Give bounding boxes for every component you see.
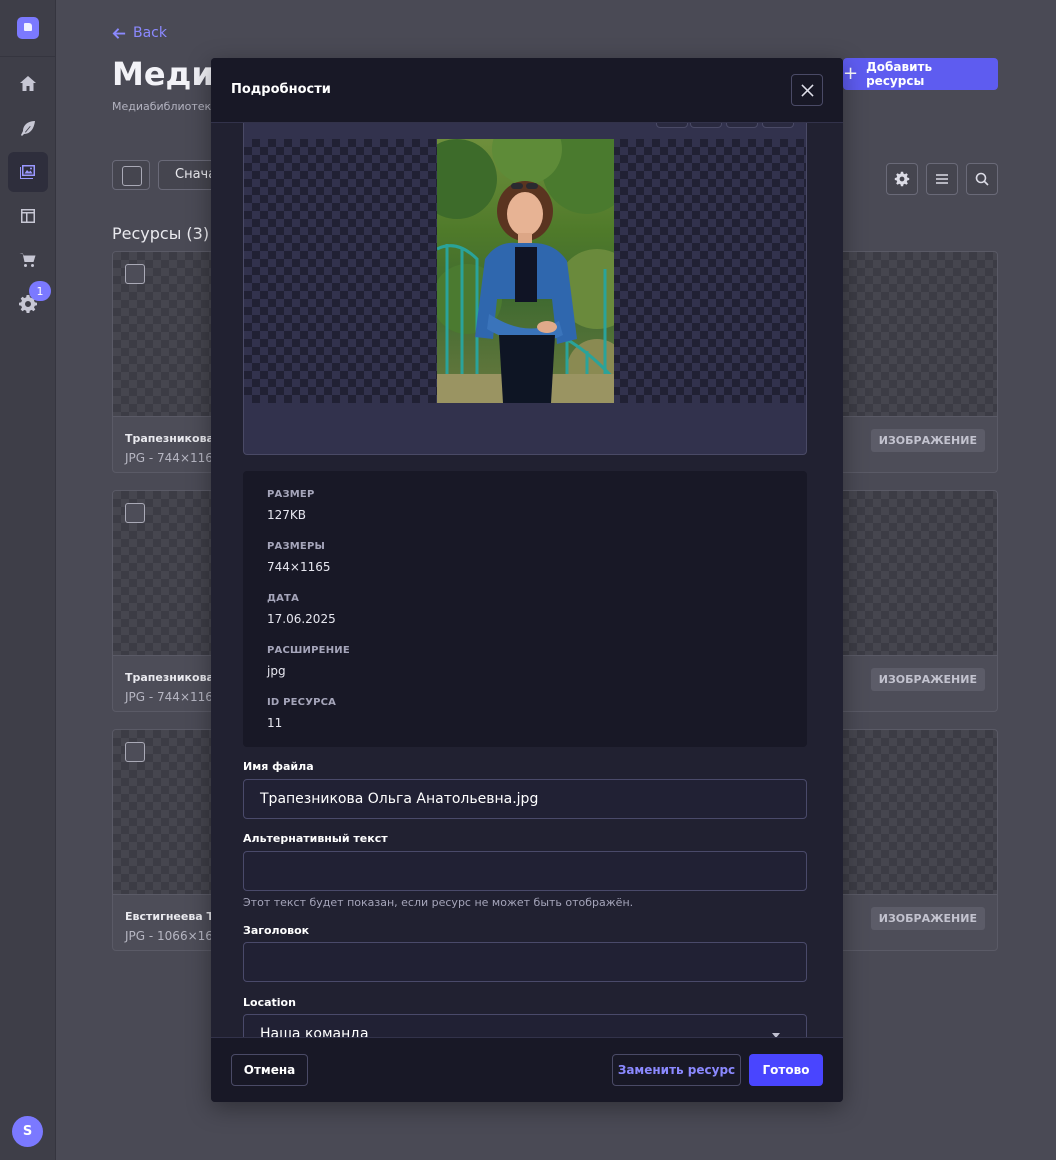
asset-name: Евстигнеева Та bbox=[125, 910, 222, 923]
alt-text-hint: Этот текст будет показан, если ресурс не… bbox=[243, 896, 634, 909]
asset-meta: JPG - 744×1165 bbox=[125, 690, 221, 704]
modal-body[interactable]: РАЗМЕР 127KB РАЗМЕРЫ 744×1165 ДАТА 17.06… bbox=[211, 123, 843, 1037]
dimensions-label: РАЗМЕРЫ bbox=[267, 541, 326, 552]
preview-tool-button[interactable] bbox=[762, 123, 794, 128]
main-sidebar: 1 S bbox=[0, 0, 56, 1160]
add-assets-button[interactable]: + Добавить ресурсы bbox=[843, 58, 998, 90]
back-link-label: Back bbox=[133, 25, 167, 41]
sidebar-item-content[interactable] bbox=[8, 108, 48, 148]
asset-preview bbox=[243, 123, 807, 455]
size-value: 127KB bbox=[267, 508, 307, 522]
search-icon bbox=[975, 172, 989, 186]
sidebar-item-content-types[interactable] bbox=[8, 196, 48, 236]
preview-tool-button[interactable] bbox=[690, 123, 722, 128]
alt-text-label: Альтернативный текст bbox=[243, 832, 388, 845]
plus-icon: + bbox=[843, 63, 859, 84]
preview-toolbar bbox=[244, 123, 806, 138]
layout-icon bbox=[21, 209, 35, 223]
cart-icon bbox=[19, 253, 36, 267]
asset-meta: JPG - 1066×160 bbox=[125, 929, 221, 943]
media-library-icon bbox=[20, 165, 35, 179]
replace-asset-button[interactable]: Заменить ресурс bbox=[612, 1054, 741, 1086]
dimensions-value: 744×1165 bbox=[267, 560, 331, 574]
filename-label: Имя файла bbox=[243, 760, 314, 773]
cancel-button[interactable]: Отмена bbox=[231, 1054, 308, 1086]
sidebar-divider bbox=[0, 56, 56, 57]
asset-type-badge: ИЗОБРАЖЕНИЕ bbox=[870, 429, 985, 452]
list-icon bbox=[936, 174, 948, 184]
sidebar-item-home[interactable] bbox=[8, 64, 48, 104]
gear-icon bbox=[894, 171, 910, 187]
sidebar-item-media-library[interactable] bbox=[8, 152, 48, 192]
asset-checkbox[interactable] bbox=[125, 503, 145, 523]
page-subtitle: Медиабиблиотека bbox=[112, 100, 218, 113]
select-all-checkbox[interactable] bbox=[112, 160, 150, 190]
size-label: РАЗМЕР bbox=[267, 489, 315, 500]
modal-footer: Отмена Заменить ресурс Готово bbox=[211, 1037, 843, 1102]
done-button[interactable]: Готово bbox=[749, 1054, 823, 1086]
search-button[interactable] bbox=[966, 163, 998, 195]
arrow-left-icon bbox=[112, 27, 126, 39]
home-icon bbox=[20, 76, 36, 91]
asset-id-label: ID РЕСУРСА bbox=[267, 697, 337, 708]
asset-type-badge: ИЗОБРАЖЕНИЕ bbox=[870, 907, 985, 930]
caption-label: Заголовок bbox=[243, 924, 310, 937]
date-label: ДАТА bbox=[267, 593, 300, 604]
location-label: Location bbox=[243, 996, 296, 1009]
alt-text-input[interactable] bbox=[243, 851, 807, 891]
close-button[interactable] bbox=[791, 74, 823, 106]
asset-checkbox[interactable] bbox=[125, 264, 145, 284]
close-icon bbox=[800, 83, 814, 97]
preview-tool-button[interactable] bbox=[726, 123, 758, 128]
preview-tool-button[interactable] bbox=[656, 123, 688, 128]
asset-type-badge: ИЗОБРАЖЕНИЕ bbox=[870, 668, 985, 691]
location-selected-value: Наша команда bbox=[260, 1026, 369, 1037]
add-assets-label: Добавить ресурсы bbox=[866, 60, 933, 88]
filename-input[interactable]: Трапезникова Ольга Анатольевна.jpg bbox=[243, 779, 807, 819]
asset-info-panel: РАЗМЕР 127KB РАЗМЕРЫ 744×1165 ДАТА 17.06… bbox=[243, 471, 807, 747]
caption-input[interactable] bbox=[243, 942, 807, 982]
assets-section-title: Ресурсы (3) bbox=[112, 224, 210, 243]
modal-title: Подробности bbox=[231, 82, 331, 97]
feather-icon bbox=[21, 121, 35, 136]
extension-value: jpg bbox=[267, 664, 286, 678]
preview-background bbox=[244, 139, 806, 403]
asset-details-modal: Подробности РАЗМЕР 127KB РАЗМЕРЫ 744×116… bbox=[211, 58, 843, 1102]
back-link[interactable]: Back bbox=[112, 25, 167, 41]
sidebar-item-marketplace[interactable] bbox=[8, 240, 48, 280]
asset-checkbox[interactable] bbox=[125, 742, 145, 762]
app-logo[interactable] bbox=[17, 17, 39, 39]
notification-badge: 1 bbox=[29, 281, 51, 301]
extension-label: РАСШИРЕНИЕ bbox=[267, 645, 350, 656]
asset-photo bbox=[437, 139, 614, 403]
location-select[interactable]: Наша команда bbox=[243, 1014, 807, 1037]
list-view-button[interactable] bbox=[926, 163, 958, 195]
date-value: 17.06.2025 bbox=[267, 612, 336, 626]
asset-id-value: 11 bbox=[267, 716, 283, 730]
modal-header: Подробности bbox=[211, 58, 843, 123]
settings-button[interactable] bbox=[886, 163, 918, 195]
asset-meta: JPG - 744×1165 bbox=[125, 451, 221, 465]
user-avatar[interactable]: S bbox=[12, 1116, 43, 1147]
